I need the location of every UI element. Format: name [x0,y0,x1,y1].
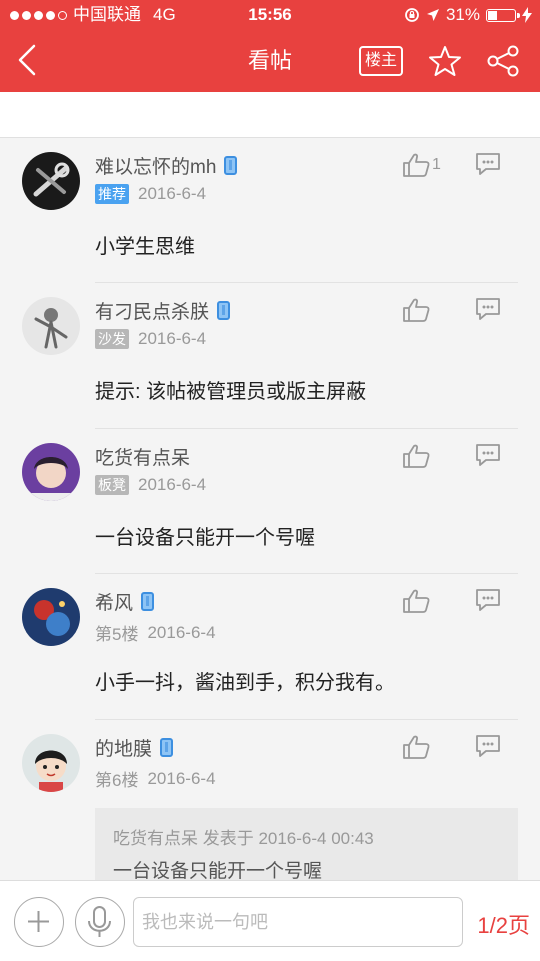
avatar[interactable] [22,443,80,501]
charging-bolt-icon [522,7,532,23]
page-indicator[interactable]: 1/2页 [477,908,530,940]
like-count: 1 [432,156,441,173]
post-meta: 推荐 2016-6-4 [95,184,206,204]
thumbs-up-icon [403,153,430,177]
quoted-reply[interactable]: 吃货有点呆 发表于 2016-6-4 00:43 一台设备只能开一个号喔 [95,808,518,880]
floor-tag: 推荐 [95,184,129,204]
like-button[interactable] [402,734,432,760]
reply-feed[interactable]: 难以忘怀的mh 推荐 2016-6-4 1 小学生思维 有刁民点杀朕 沙发 20… [0,138,540,880]
mobile-device-icon [160,738,174,757]
divider [95,282,518,283]
owner-only-button[interactable]: 楼主 [359,46,404,76]
avatar[interactable] [22,152,80,210]
username[interactable]: 的地膜 [95,734,174,761]
battery-icon [486,8,520,22]
username-text[interactable]: 难以忘怀的mh [95,152,216,179]
username[interactable]: 难以忘怀的mh [95,152,238,179]
status-bar: 中国联通 4G 15:56 31% [0,0,540,30]
username[interactable]: 有刁民点杀朕 [95,297,231,324]
post-date: 2016-6-4 [147,768,216,788]
username-text[interactable]: 有刁民点杀朕 [95,297,209,324]
like-button[interactable] [402,297,432,323]
reply-content: 小手一抖，酱油到手，积分我有。 [95,672,395,694]
avatar[interactable] [22,297,80,355]
reply-content: 提示: 该帖被管理员或版主屏蔽 [95,381,367,403]
post-date: 2016-6-4 [147,622,216,642]
thumbs-up-icon [403,735,430,759]
post-meta: 沙发 2016-6-4 [95,329,206,349]
username-text[interactable]: 的地膜 [95,734,152,761]
top-bar: 中国联通 4G 15:56 31% 看帖 楼主 [0,0,540,92]
reply-content: 一台设备只能开一个号喔 [95,527,315,549]
reply-comment-icon[interactable] [474,443,502,467]
post-meta: 板凳 2016-6-4 [95,475,206,495]
reply-content: 小学生思维 [95,236,195,258]
avatar[interactable] [22,588,80,646]
post-meta: 第5楼 2016-6-4 [95,620,216,645]
floor-tag: 沙发 [95,329,129,349]
reply-comment-icon[interactable] [474,734,502,758]
thumbs-up-icon [403,444,430,468]
floor-number: 第6楼 [95,771,139,790]
voice-input-button[interactable] [75,897,125,947]
star-icon[interactable] [428,44,462,78]
header-strip [0,92,540,138]
battery-percent: 31% [445,5,480,24]
location-arrow-icon [426,9,439,21]
like-button[interactable]: 1 [402,152,441,178]
username[interactable]: 希风 [95,588,155,615]
username-text[interactable]: 吃货有点呆 [95,443,190,470]
divider [95,719,518,720]
microphone-icon [88,906,111,937]
status-right: 31% [404,0,532,30]
like-button[interactable] [402,443,432,469]
post-date: 2016-6-4 [138,475,207,494]
like-button[interactable] [402,588,432,614]
bottom-toolbar: 1/2页 [0,880,540,961]
post-meta: 第6楼 2016-6-4 [95,766,216,791]
plus-icon [28,911,49,932]
add-button[interactable] [14,897,64,947]
reply-comment-icon[interactable] [474,297,502,321]
thumbs-up-icon [403,298,430,322]
divider [95,428,518,429]
rotation-lock-icon [405,8,419,22]
reply-input[interactable] [133,897,463,947]
mobile-device-icon [217,301,231,320]
thumbs-up-icon [403,589,430,613]
username-text[interactable]: 希风 [95,588,133,615]
nav-bar: 看帖 楼主 [0,30,540,92]
avatar[interactable] [22,734,80,792]
divider [95,573,518,574]
mobile-device-icon [224,156,238,175]
floor-tag: 板凳 [95,475,129,495]
reply-comment-icon[interactable] [474,152,502,176]
post-date: 2016-6-4 [138,184,207,203]
quote-text: 一台设备只能开一个号喔 [113,861,323,880]
mobile-device-icon [141,592,155,611]
share-icon[interactable] [486,44,520,78]
post-date: 2016-6-4 [138,329,207,348]
quote-header: 吃货有点呆 发表于 2016-6-4 00:43 [113,829,374,848]
floor-number: 第5楼 [95,625,139,644]
reply-comment-icon[interactable] [474,588,502,612]
username[interactable]: 吃货有点呆 [95,443,190,470]
